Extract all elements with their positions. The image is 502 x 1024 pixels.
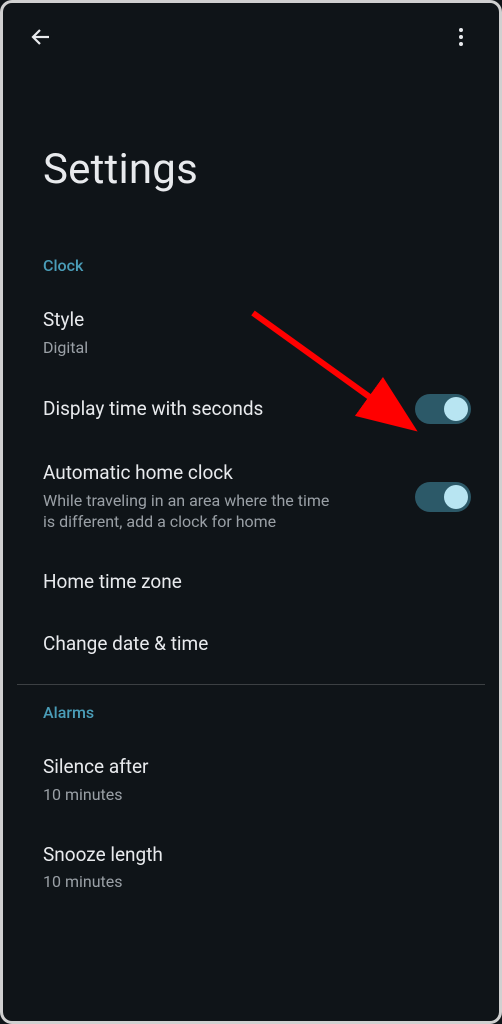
top-bar — [3, 3, 499, 65]
row-display-seconds[interactable]: Display time with seconds — [3, 376, 499, 442]
arrow-back-icon — [29, 25, 53, 49]
row-silence-after[interactable]: Silence after 10 minutes — [3, 736, 499, 823]
auto-home-title: Automatic home clock — [43, 460, 401, 486]
silence-value: 10 minutes — [43, 784, 471, 806]
silence-title: Silence after — [43, 754, 471, 780]
snooze-value: 10 minutes — [43, 871, 471, 893]
home-tz-title: Home time zone — [43, 569, 471, 595]
display-seconds-title: Display time with seconds — [43, 396, 401, 422]
page-title: Settings — [3, 65, 499, 242]
back-button[interactable] — [21, 17, 61, 57]
more-vert-icon — [449, 25, 473, 49]
row-style[interactable]: Style Digital — [3, 289, 499, 376]
section-header-alarms: Alarms — [3, 689, 499, 736]
display-seconds-toggle[interactable] — [415, 394, 471, 424]
section-divider — [17, 684, 485, 685]
auto-home-toggle[interactable] — [415, 482, 471, 512]
row-snooze-length[interactable]: Snooze length 10 minutes — [3, 824, 499, 911]
row-home-time-zone[interactable]: Home time zone — [3, 551, 499, 613]
auto-home-desc: While traveling in an area where the tim… — [43, 490, 343, 533]
row-auto-home-clock[interactable]: Automatic home clock While traveling in … — [3, 442, 499, 551]
section-header-clock: Clock — [3, 242, 499, 289]
row-change-date-time[interactable]: Change date & time — [3, 613, 499, 675]
snooze-title: Snooze length — [43, 842, 471, 868]
more-button[interactable] — [441, 17, 481, 57]
style-title: Style — [43, 307, 471, 333]
style-value: Digital — [43, 337, 471, 359]
change-dt-title: Change date & time — [43, 631, 471, 657]
